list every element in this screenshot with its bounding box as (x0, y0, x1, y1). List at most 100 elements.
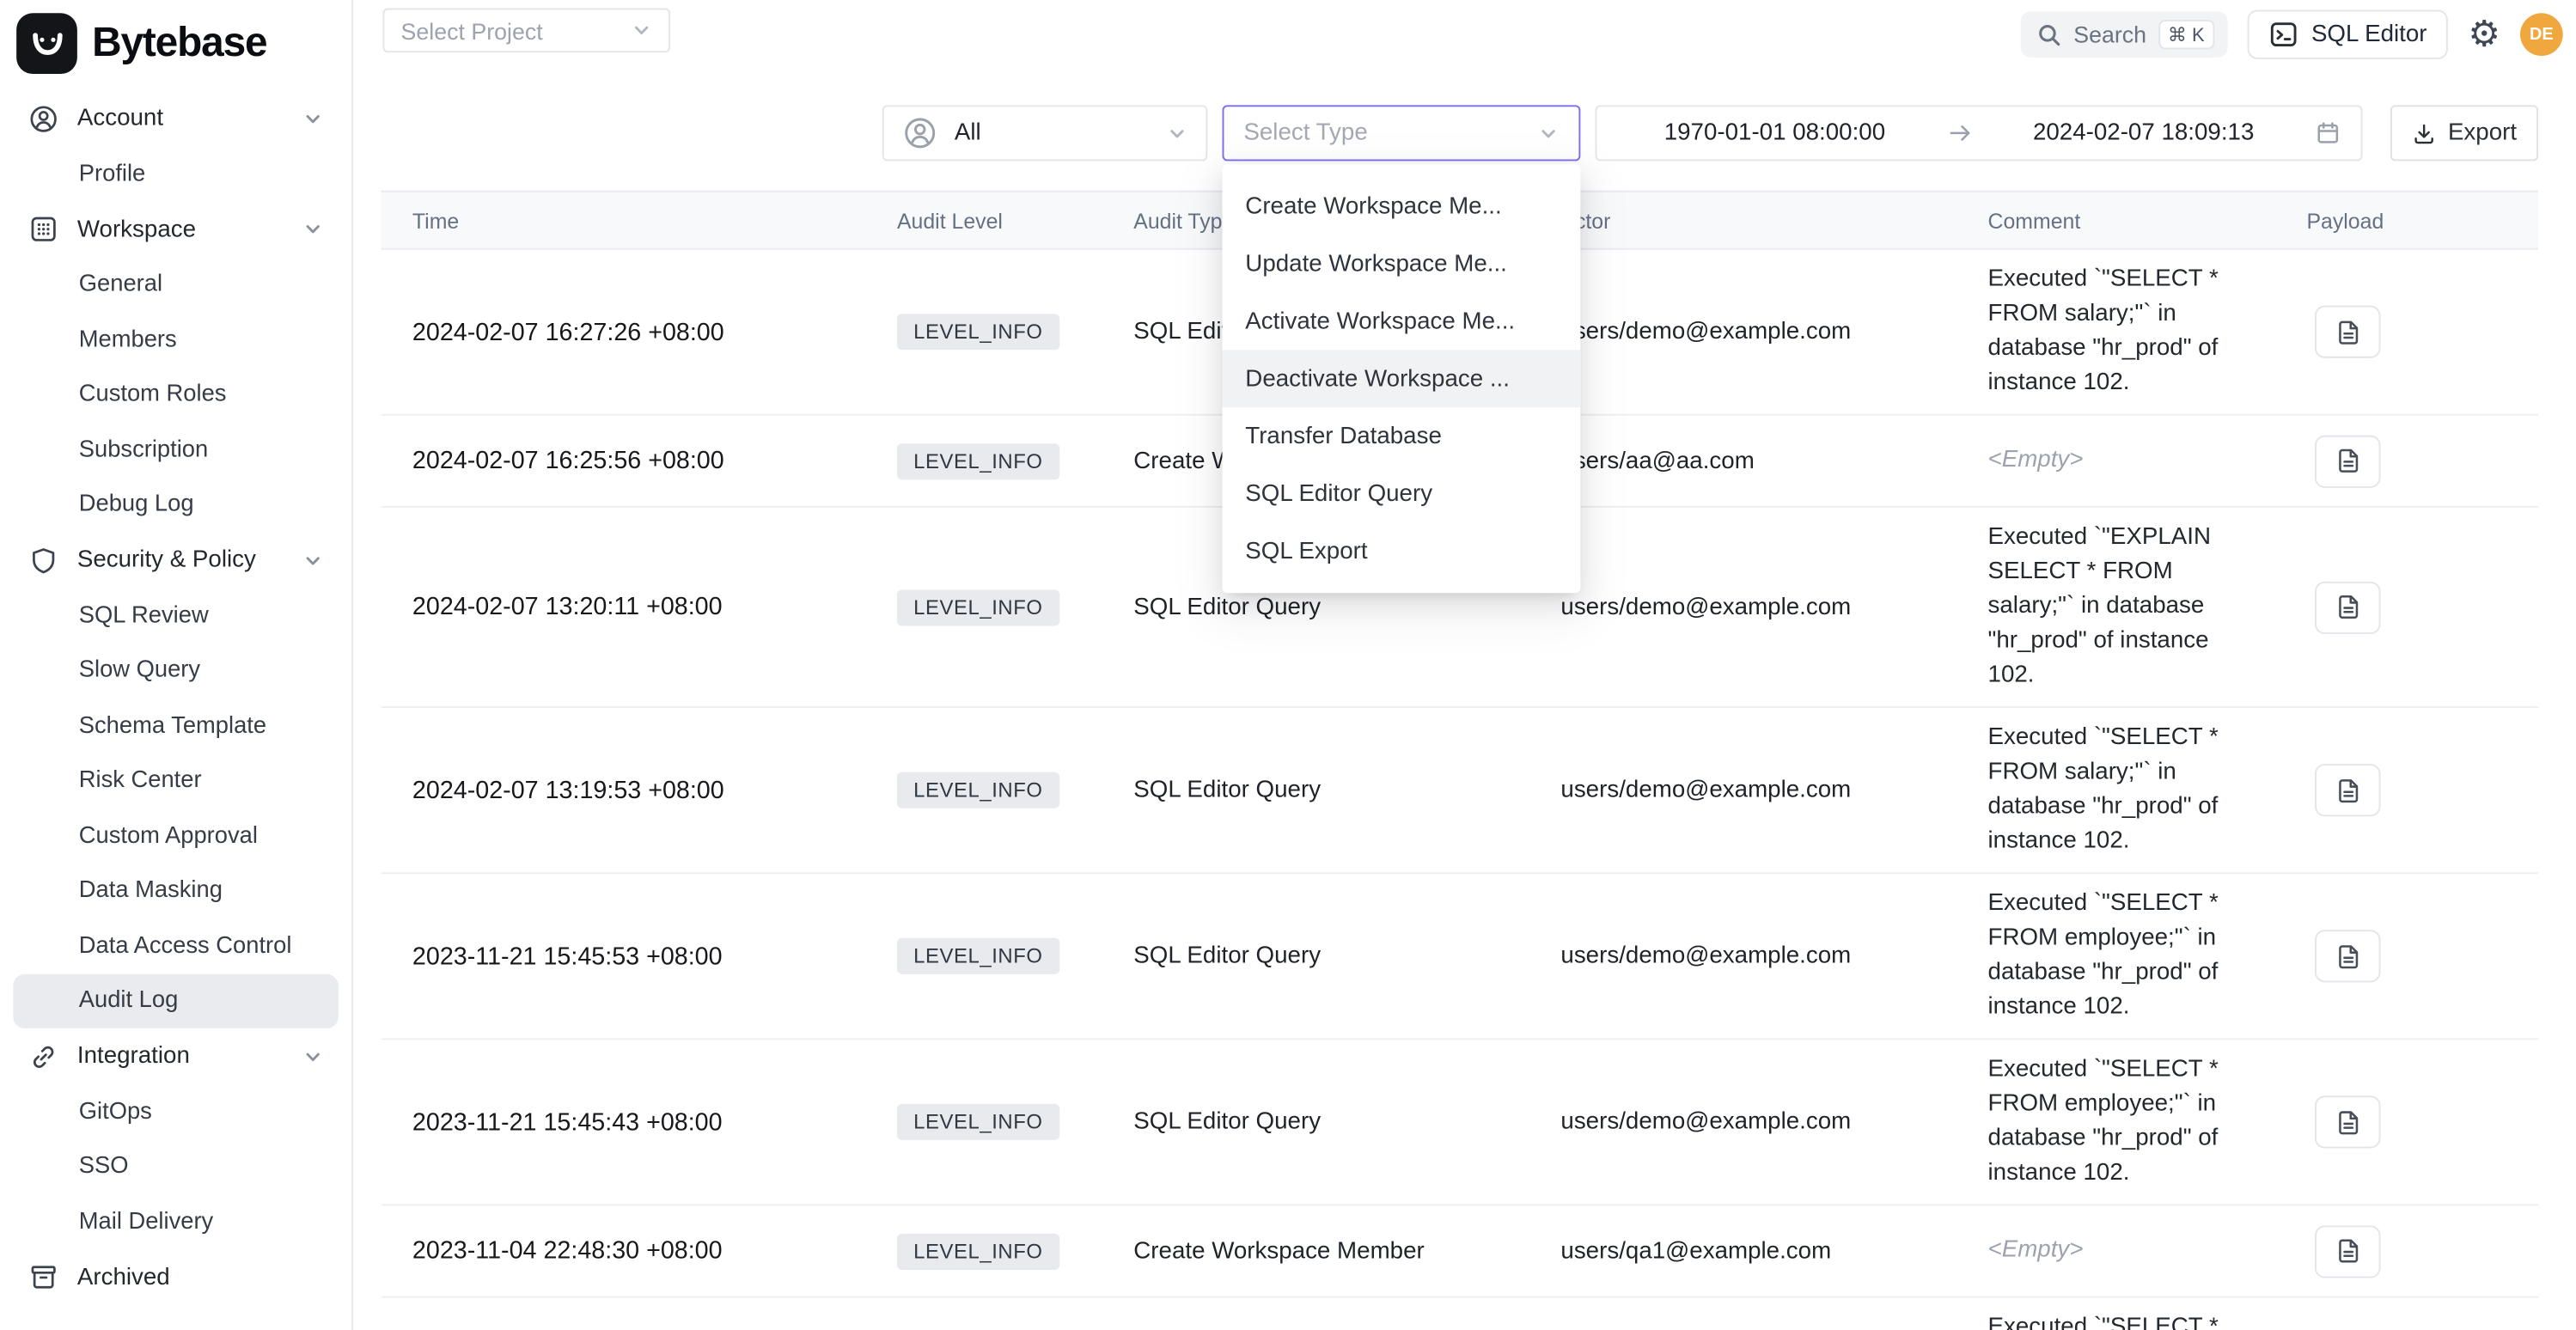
bytebase-logo-icon (16, 13, 77, 74)
cell-payload (2292, 416, 2538, 506)
project-select[interactable]: Select Project (382, 9, 670, 53)
dropdown-option[interactable]: SQL Editor Query (1223, 465, 1581, 522)
level-badge: LEVEL_INFO (897, 1104, 1059, 1140)
table-row: 2023-11-21 15:45:53 +08:00 LEVEL_INFO SQ… (382, 874, 2538, 1040)
cell-audit-type: SQL Editor Query (1117, 874, 1544, 1038)
view-payload-button[interactable] (2315, 764, 2380, 816)
view-payload-button[interactable] (2315, 581, 2380, 633)
terminal-icon (2268, 20, 2298, 49)
sidebar-item-risk-center[interactable]: Risk Center (13, 753, 339, 808)
dropdown-option[interactable]: Transfer Database (1223, 407, 1581, 465)
sidebar-item-label: Archived (77, 1264, 170, 1290)
dropdown-option[interactable]: Deactivate Workspace ... (1223, 350, 1581, 407)
cell-time: 2023-11-04 21:26:34 +08:00 (382, 1297, 881, 1330)
sidebar-item-audit-log[interactable]: Audit Log (13, 973, 339, 1028)
date-range-picker[interactable]: 1970-01-01 08:00:00 2024-02-07 18:09:13 (1596, 105, 2363, 161)
actor-filter-value: All (955, 120, 981, 147)
chevron-down-icon (1538, 122, 1560, 143)
sidebar-item-archived[interactable]: Archived (13, 1249, 339, 1305)
export-button[interactable]: Export (2390, 105, 2538, 161)
gear-icon[interactable]: ⚙ (2468, 16, 2500, 52)
sidebar-item-members[interactable]: Members (13, 312, 339, 367)
sidebar-item-gitops[interactable]: GitOps (13, 1084, 339, 1139)
cell-comment: <Empty> (1971, 1205, 2292, 1296)
sidebar-item-mail-delivery[interactable]: Mail Delivery (13, 1194, 339, 1249)
sidebar-item-debug-log[interactable]: Debug Log (13, 477, 339, 532)
cell-actor: users/demo@example.com (1544, 508, 1971, 706)
table-row: 2024-02-07 13:19:53 +08:00 LEVEL_INFO SQ… (382, 708, 2538, 874)
date-to[interactable]: 2024-02-07 18:09:13 (1986, 120, 2302, 147)
sql-editor-label: SQL Editor (2311, 21, 2427, 48)
cell-comment: Executed `"SELECT * FROM employee;"` in … (1971, 1040, 2292, 1204)
sql-editor-button[interactable]: SQL Editor (2247, 9, 2448, 58)
view-payload-button[interactable] (2315, 1095, 2380, 1148)
cell-audit-type: SQL Editor Query (1117, 1297, 1544, 1330)
sidebar-item-profile[interactable]: Profile (13, 146, 339, 201)
cell-time: 2023-11-21 15:45:53 +08:00 (382, 874, 881, 1038)
table-row: 2023-11-04 21:26:34 +08:00 LEVEL_INFO SQ… (382, 1297, 2538, 1330)
sidebar-item-data-access-control[interactable]: Data Access Control (13, 918, 339, 973)
download-icon (2412, 121, 2437, 146)
sidebar-item-sso[interactable]: SSO (13, 1139, 339, 1194)
dropdown-option[interactable]: SQL Export (1223, 522, 1581, 580)
actor-filter-select[interactable]: All (882, 105, 1208, 161)
avatar[interactable]: DE (2520, 13, 2563, 56)
dropdown-option[interactable]: Update Workspace Me... (1223, 235, 1581, 292)
date-from[interactable]: 1970-01-01 08:00:00 (1616, 120, 1932, 147)
sidebar-item-label: Security & Policy (77, 547, 256, 574)
sidebar-item-subscription[interactable]: Subscription (13, 422, 339, 477)
cell-audit-level: LEVEL_INFO (881, 1040, 1117, 1204)
cell-payload (2292, 1205, 2538, 1296)
sidebar-item-custom-roles[interactable]: Custom Roles (13, 367, 339, 422)
sidebar-item-custom-approval[interactable]: Custom Approval (13, 808, 339, 863)
sidebar-item-label: Account (77, 105, 163, 131)
cell-payload (2292, 508, 2538, 706)
sidebar-item-workspace[interactable]: Workspace (13, 201, 339, 257)
sidebar-item-label: Workspace (77, 216, 196, 242)
col-header-comment: Comment (1971, 192, 2292, 248)
chevron-down-icon (631, 20, 652, 41)
chevron-down-icon (302, 218, 324, 240)
table-row: 2023-11-21 15:45:43 +08:00 LEVEL_INFO SQ… (382, 1040, 2538, 1205)
cell-payload (2292, 250, 2538, 414)
sidebar-item-sql-review[interactable]: SQL Review (13, 588, 339, 643)
col-header-time: Time (382, 192, 881, 248)
sidebar-item-account[interactable]: Account (13, 90, 339, 146)
sidebar-nav: Account Profile Workspace General Member… (13, 90, 339, 1305)
bytebase-app: Bytebase Account Profile Workspace Gener… (0, 0, 2576, 1330)
cell-actor: users/qa1@example.com (1544, 1205, 1971, 1296)
sidebar-item-data-masking[interactable]: Data Masking (13, 863, 339, 918)
arrow-right-icon (1946, 120, 1973, 147)
cell-actor: users/aa@aa.com (1544, 416, 1971, 506)
view-payload-button[interactable] (2315, 930, 2380, 982)
cell-time: 2023-11-04 22:48:30 +08:00 (382, 1205, 881, 1296)
cell-actor: users/demo@example.com (1544, 708, 1971, 872)
cell-audit-level: LEVEL_INFO (881, 508, 1117, 706)
topbar-right: Search ⌘ K SQL Editor ⚙ DE (2021, 9, 2563, 59)
screen: Bytebase Account Profile Workspace Gener… (0, 0, 2576, 1330)
view-payload-button[interactable] (2315, 1224, 2380, 1277)
cell-payload (2292, 1297, 2538, 1330)
archive-icon (28, 1261, 59, 1292)
sidebar-item-slow-query[interactable]: Slow Query (13, 644, 339, 699)
sidebar-item-integration[interactable]: Integration (13, 1028, 339, 1084)
search-label: Search (2073, 21, 2146, 48)
cell-payload (2292, 708, 2538, 872)
sidebar-item-general[interactable]: General (13, 257, 339, 312)
global-search[interactable]: Search ⌘ K (2021, 11, 2227, 58)
view-payload-button[interactable] (2315, 435, 2380, 487)
cell-audit-level: LEVEL_INFO (881, 874, 1117, 1038)
dropdown-option[interactable]: Activate Workspace Me... (1223, 292, 1581, 350)
cell-actor: users/demo@example.com (1544, 874, 1971, 1038)
sidebar-item-schema-template[interactable]: Schema Template (13, 699, 339, 753)
view-payload-button[interactable] (2315, 306, 2380, 358)
level-badge: LEVEL_INFO (897, 772, 1059, 808)
brand-logo[interactable]: Bytebase (13, 9, 339, 90)
cell-audit-level: LEVEL_INFO (881, 1297, 1117, 1330)
sidebar-item-security-policy[interactable]: Security & Policy (13, 532, 339, 588)
cell-audit-type: SQL Editor Query (1117, 708, 1544, 872)
chevron-down-icon (302, 550, 324, 571)
cell-audit-level: LEVEL_INFO (881, 250, 1117, 414)
dropdown-option[interactable]: Create Workspace Me... (1223, 177, 1581, 235)
type-filter-select[interactable]: Select Type (1223, 105, 1581, 161)
